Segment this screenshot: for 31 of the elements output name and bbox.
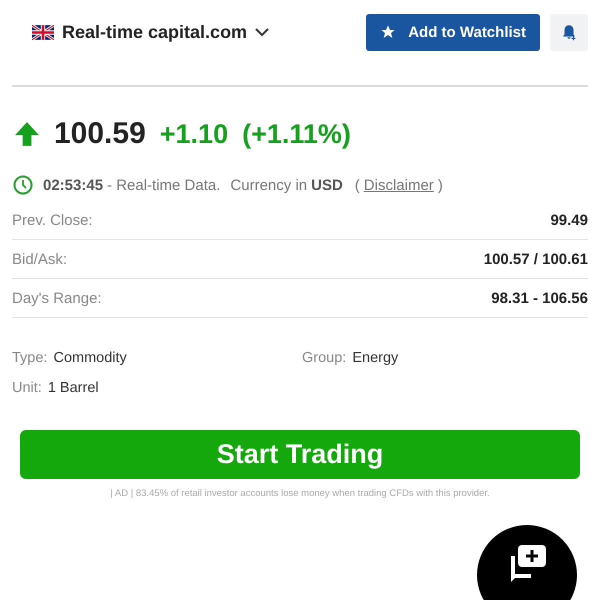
currency-label: Currency in bbox=[230, 176, 308, 194]
price-change: +1.10 bbox=[160, 118, 228, 150]
percent-change: (+1.11%) bbox=[242, 118, 351, 150]
open-paren: ( bbox=[354, 176, 360, 194]
timestamp: 02:53:45 bbox=[43, 176, 104, 194]
info-label: Group: bbox=[302, 350, 346, 366]
bell-plus-icon bbox=[560, 23, 578, 41]
watchlist-button[interactable]: Add to Watchlist bbox=[366, 14, 540, 50]
flag-icon bbox=[32, 24, 54, 40]
price: 100.59 bbox=[54, 117, 146, 151]
stat-value: 99.49 bbox=[550, 212, 588, 228]
info-value: Energy bbox=[352, 350, 398, 366]
info-value: Commodity bbox=[53, 350, 127, 366]
currency: USD bbox=[311, 176, 343, 194]
disclaimer-link[interactable]: Disclaimer bbox=[364, 176, 434, 194]
source-name[interactable]: Real-time capital.com bbox=[62, 22, 248, 42]
stat-value: 98.31 - 106.56 bbox=[491, 290, 588, 306]
info-label: Unit: bbox=[12, 380, 42, 396]
stat-value: 100.57 / 100.61 bbox=[484, 250, 588, 268]
info-label: Type: bbox=[12, 350, 48, 366]
star-icon bbox=[380, 24, 396, 40]
stat-label: Prev. Close: bbox=[12, 212, 93, 228]
alert-button[interactable] bbox=[550, 14, 588, 50]
stat-label: Bid/Ask: bbox=[12, 250, 68, 268]
stat-label: Day's Range: bbox=[12, 290, 102, 306]
close-paren: ) bbox=[438, 176, 443, 194]
clock-icon bbox=[13, 175, 33, 195]
chevron-down-icon[interactable] bbox=[255, 28, 270, 36]
info-value: 1 Barrel bbox=[48, 380, 99, 396]
realtime-note: - Real-time Data. bbox=[107, 176, 220, 194]
risk-disclaimer: | AD | 83.45% of retail investor accounts lose money when trading CFDs with this provider. bbox=[109, 488, 491, 499]
